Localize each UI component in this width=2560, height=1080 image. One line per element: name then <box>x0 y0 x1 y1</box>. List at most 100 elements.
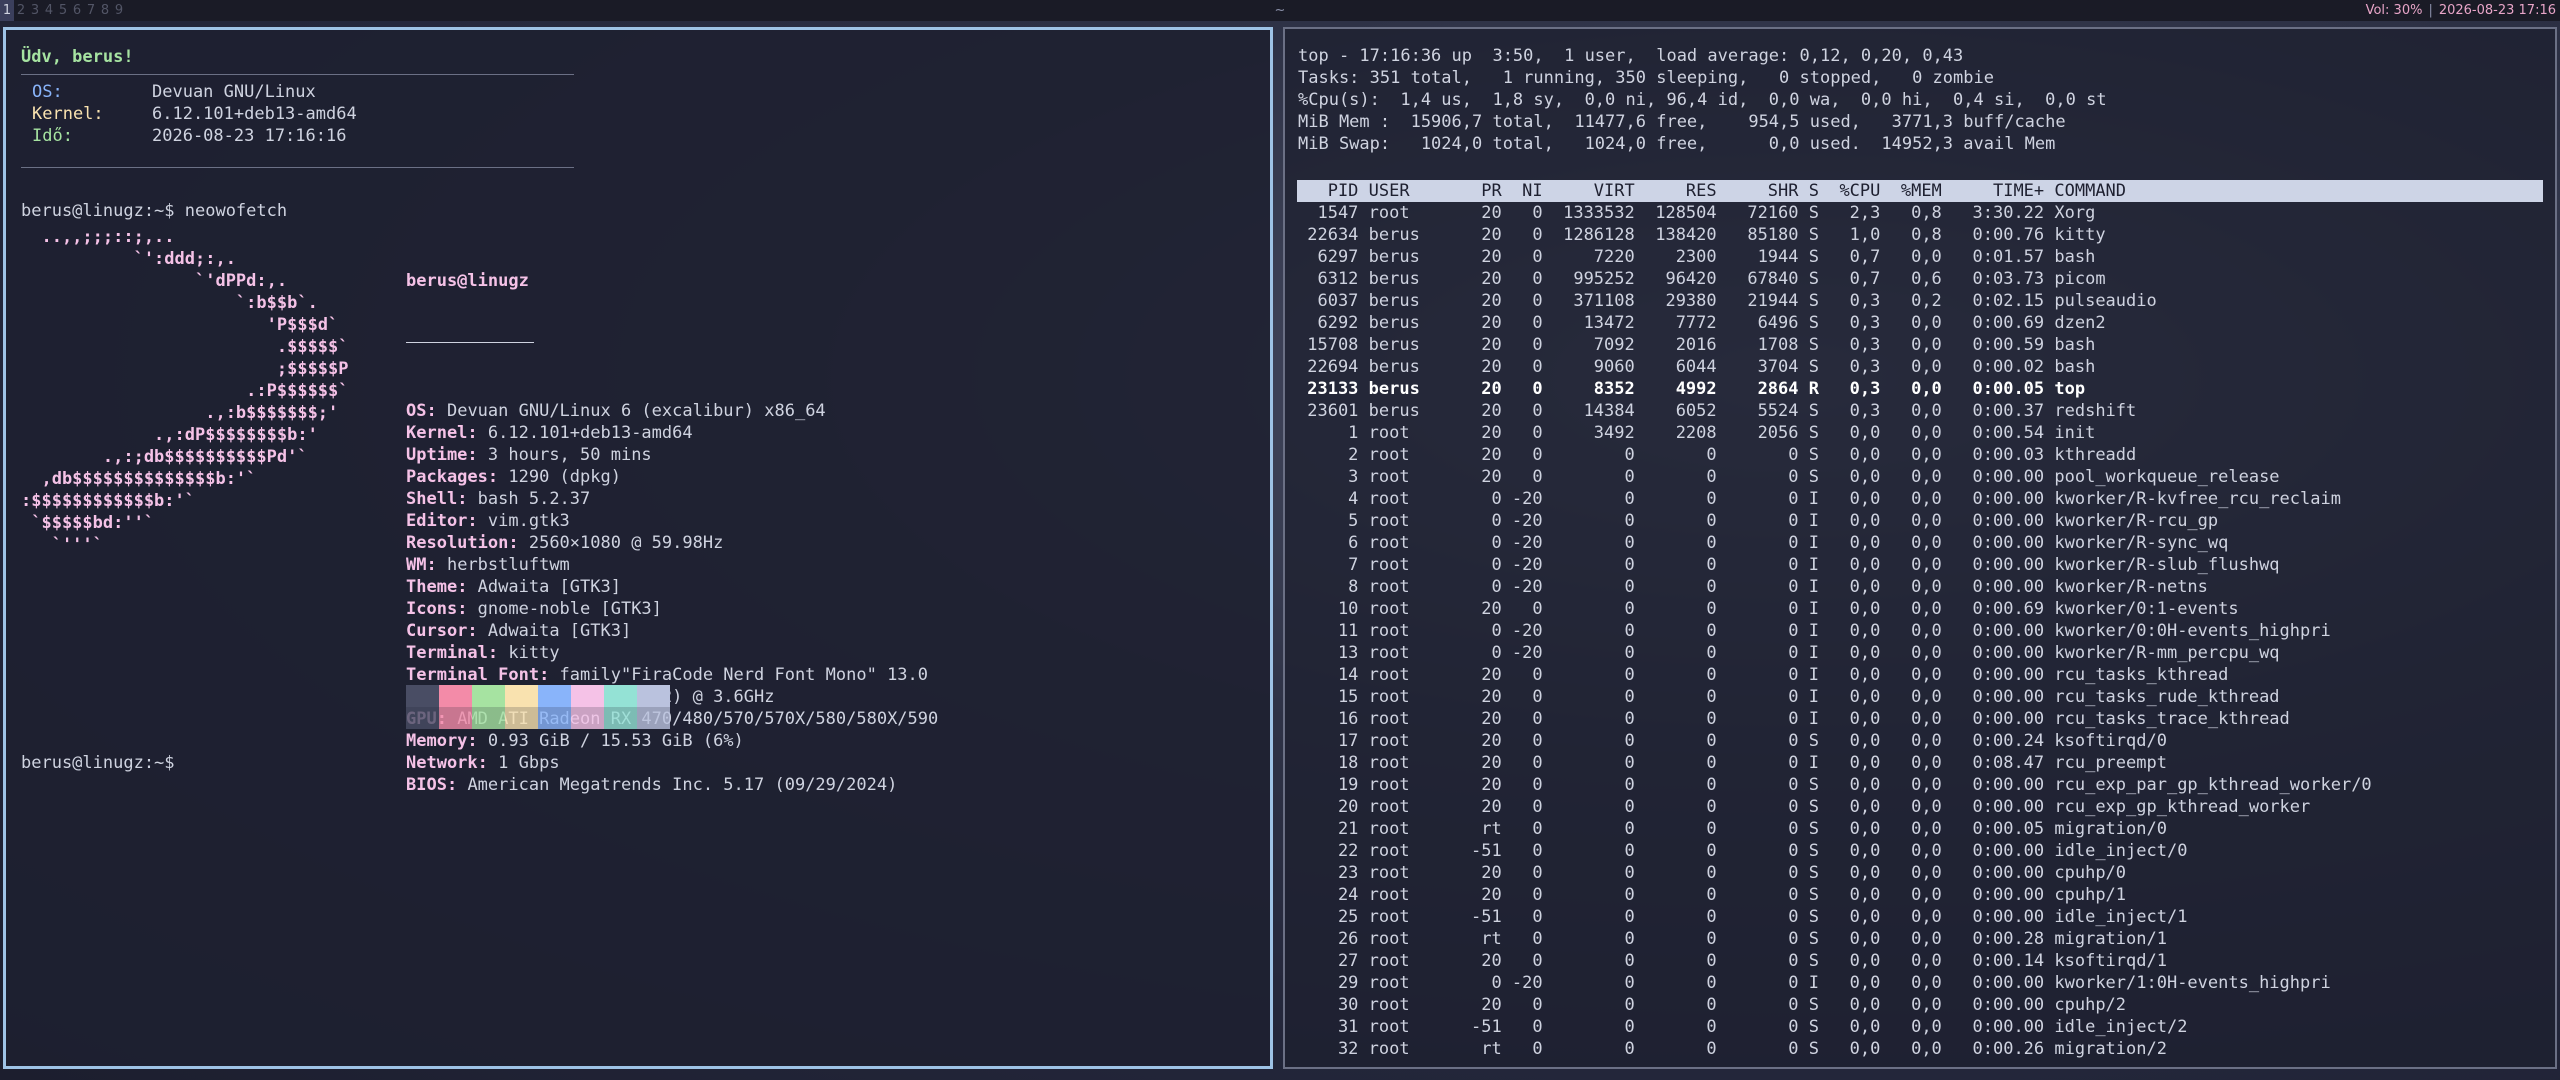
terminal-window-neofetch[interactable]: Üdv, berus! OS: Devuan GNU/Linux Kernel: 6.… <box>3 27 1273 1069</box>
neofetch-field: Icons: gnome-noble [GTK3] <box>406 598 938 620</box>
terminal-window-top[interactable]: top - 17:16:36 up 3:50, 1 user, load ave… <box>1283 27 2557 1069</box>
sysinfo-label: Kernel: <box>32 104 104 124</box>
process-table-header: PID USER PR NI VIRT RES SHR S %CPU %MEM … <box>1297 180 2543 202</box>
workspace-tag-3[interactable]: 3 <box>28 0 42 21</box>
workspace-tag-8[interactable]: 8 <box>98 0 112 21</box>
process-row[interactable]: 19 root 20 0 0 0 0 S 0,0 0,0 0:00.00 rcu… <box>1297 774 2372 796</box>
process-row[interactable]: 1 root 20 0 3492 2208 2056 S 0,0 0,0 0:0… <box>1297 422 2372 444</box>
neofetch-value: 3 hours, 50 mins <box>487 445 652 465</box>
palette-swatch <box>439 685 472 729</box>
process-row[interactable]: 31 root -51 0 0 0 0 S 0,0 0,0 0:00.00 id… <box>1297 1016 2372 1038</box>
process-row[interactable]: 24 root 20 0 0 0 0 S 0,0 0,0 0:00.00 cpu… <box>1297 884 2372 906</box>
process-row[interactable]: 32 root rt 0 0 0 0 S 0,0 0,0 0:00.26 mig… <box>1297 1038 2372 1060</box>
neofetch-value: vim.gtk3 <box>487 511 570 531</box>
palette-swatch <box>538 685 571 729</box>
process-row[interactable]: 11 root 0 -20 0 0 0 I 0,0 0,0 0:00.00 kw… <box>1297 620 2372 642</box>
prompt-line: berus@linugz:~$ neowofetch <box>21 201 288 221</box>
process-row[interactable]: 3 root 20 0 0 0 0 S 0,0 0,0 0:00.00 pool… <box>1297 466 2372 488</box>
process-row[interactable]: 15708 berus 20 0 7092 2016 1708 S 0,3 0,… <box>1297 334 2372 356</box>
workspace-tag-9[interactable]: 9 <box>112 0 126 21</box>
sysinfo-row: Idő: 2026-08-23 17:16:16 <box>32 125 346 147</box>
process-row[interactable]: 23 root 20 0 0 0 0 S 0,0 0,0 0:00.00 cpu… <box>1297 862 2372 884</box>
process-row[interactable]: 2 root 20 0 0 0 0 S 0,0 0,0 0:00.03 kthr… <box>1297 444 2372 466</box>
neofetch-value: kitty <box>508 643 560 663</box>
divider <box>21 167 574 168</box>
process-row[interactable]: 30 root 20 0 0 0 0 S 0,0 0,0 0:00.00 cpu… <box>1297 994 2372 1016</box>
title-underline <box>406 342 534 343</box>
process-row[interactable]: 4 root 0 -20 0 0 0 I 0,0 0,0 0:00.00 kwo… <box>1297 488 2372 510</box>
neofetch-title: berus@linugz <box>406 271 529 291</box>
process-row[interactable]: 15 root 20 0 0 0 0 I 0,0 0,0 0:00.00 rcu… <box>1297 686 2372 708</box>
process-row[interactable]: 6312 berus 20 0 995252 96420 67840 S 0,7… <box>1297 268 2372 290</box>
workspace-tag-7[interactable]: 7 <box>84 0 98 21</box>
process-row[interactable]: 25 root -51 0 0 0 0 S 0,0 0,0 0:00.00 id… <box>1297 906 2372 928</box>
divider <box>21 74 574 75</box>
process-row[interactable]: 6037 berus 20 0 371108 29380 21944 S 0,3… <box>1297 290 2372 312</box>
workspace-tag-1[interactable]: 1 <box>0 0 14 21</box>
bar-status-area: Vol: 30% | 2026-08-23 17:16 <box>2366 0 2556 21</box>
neofetch-colon: : <box>539 665 560 685</box>
neofetch-key: Icons <box>406 599 458 619</box>
process-row[interactable]: 29 root 0 -20 0 0 0 I 0,0 0,0 0:00.00 kw… <box>1297 972 2372 994</box>
process-row[interactable]: 5 root 0 -20 0 0 0 I 0,0 0,0 0:00.00 kwo… <box>1297 510 2372 532</box>
process-row[interactable]: 22694 berus 20 0 9060 6044 3704 S 0,3 0,… <box>1297 356 2372 378</box>
volume-indicator[interactable]: Vol: 30% <box>2366 0 2423 21</box>
distro-ascii-logo: ..,,;;;::;,.. `':ddd;:,. `'dPPd:,. `:b$$… <box>21 227 349 555</box>
workspace-tag-6[interactable]: 6 <box>70 0 84 21</box>
neofetch-value: 6.12.101+deb13-amd64 <box>487 423 693 443</box>
neofetch-field: Shell: bash 5.2.37 <box>406 488 938 510</box>
sysinfo-value: 2026-08-23 17:16:16 <box>152 126 347 146</box>
palette-swatch <box>472 685 505 729</box>
sysinfo-row: Kernel: 6.12.101+deb13-amd64 <box>32 103 357 125</box>
neofetch-value: family"FiraCode Nerd Font Mono" 13.0 <box>559 665 929 685</box>
sysinfo-label: OS: <box>32 82 63 102</box>
process-row[interactable]: 23133 berus 20 0 8352 4992 2864 R 0,3 0,… <box>1297 378 2372 400</box>
prompt-line[interactable]: berus@linugz:~$ <box>21 752 175 774</box>
top-summary: top - 17:16:36 up 3:50, 1 user, load ave… <box>1298 45 2107 155</box>
process-row[interactable]: 13 root 0 -20 0 0 0 I 0,0 0,0 0:00.00 kw… <box>1297 642 2372 664</box>
neofetch-field: BIOS: American Megatrends Inc. 5.17 (09/… <box>406 774 938 796</box>
neofetch-key: Packages <box>406 467 488 487</box>
neofetch-value: Adwaita [GTK3] <box>487 621 632 641</box>
neofetch-value: American Megatrends Inc. 5.17 (09/29/202… <box>467 775 898 795</box>
process-row[interactable]: 17 root 20 0 0 0 0 S 0,0 0,0 0:00.24 kso… <box>1297 730 2372 752</box>
neofetch-key: Resolution <box>406 533 509 553</box>
neofetch-colon: : <box>467 445 488 465</box>
neofetch-key: Shell <box>406 489 458 509</box>
workspace-tag-2[interactable]: 2 <box>14 0 28 21</box>
process-row[interactable]: 1547 root 20 0 1333532 128504 72160 S 2,… <box>1297 202 2372 224</box>
neofetch-colon: : <box>426 401 447 421</box>
neofetch-colon: : <box>426 555 447 575</box>
process-row[interactable]: 6297 berus 20 0 7220 2300 1944 S 0,7 0,0… <box>1297 246 2372 268</box>
process-row[interactable]: 6292 berus 20 0 13472 7772 6496 S 0,3 0,… <box>1297 312 2372 334</box>
process-row[interactable]: 21 root rt 0 0 0 0 S 0,0 0,0 0:00.05 mig… <box>1297 818 2372 840</box>
process-row[interactable]: 18 root 20 0 0 0 0 I 0,0 0,0 0:08.47 rcu… <box>1297 752 2372 774</box>
process-row[interactable]: 27 root 20 0 0 0 0 S 0,0 0,0 0:00.14 kso… <box>1297 950 2372 972</box>
neofetch-key: Cursor <box>406 621 468 641</box>
workspace-tag-4[interactable]: 4 <box>42 0 56 21</box>
neofetch-field: Cursor: Adwaita [GTK3] <box>406 620 938 642</box>
neofetch-value: bash 5.2.37 <box>477 489 591 509</box>
process-row[interactable]: 20 root 20 0 0 0 0 S 0,0 0,0 0:00.00 rcu… <box>1297 796 2372 818</box>
process-row[interactable]: 22634 berus 20 0 1286128 138420 85180 S … <box>1297 224 2372 246</box>
process-row[interactable]: 16 root 20 0 0 0 0 I 0,0 0,0 0:00.00 rcu… <box>1297 708 2372 730</box>
process-row[interactable]: 6 root 0 -20 0 0 0 I 0,0 0,0 0:00.00 kwo… <box>1297 532 2372 554</box>
process-row[interactable]: 7 root 0 -20 0 0 0 I 0,0 0,0 0:00.00 kwo… <box>1297 554 2372 576</box>
neofetch-value: 2560×1080 @ 59.98Hz <box>528 533 724 553</box>
top-summary-line: top - 17:16:36 up 3:50, 1 user, load ave… <box>1298 46 1964 66</box>
neofetch-field: Memory: 0.93 GiB / 15.53 GiB (6%) <box>406 730 938 752</box>
workspace-tag-5[interactable]: 5 <box>56 0 70 21</box>
neofetch-key: Terminal Font <box>406 665 540 685</box>
process-row[interactable]: 14 root 20 0 0 0 0 I 0,0 0,0 0:00.00 rcu… <box>1297 664 2372 686</box>
bar-window-title: ~ <box>1274 3 1286 18</box>
neofetch-value: 1 Gbps <box>498 753 560 773</box>
process-row[interactable]: 26 root rt 0 0 0 0 S 0,0 0,0 0:00.28 mig… <box>1297 928 2372 950</box>
process-row[interactable]: 23601 berus 20 0 14384 6052 5524 S 0,3 0… <box>1297 400 2372 422</box>
process-row[interactable]: 10 root 20 0 0 0 0 I 0,0 0,0 0:00.69 kwo… <box>1297 598 2372 620</box>
process-row[interactable]: 22 root -51 0 0 0 0 S 0,0 0,0 0:00.00 id… <box>1297 840 2372 862</box>
bar-separator: | <box>2428 3 2433 18</box>
process-row[interactable]: 8 root 0 -20 0 0 0 I 0,0 0,0 0:00.00 kwo… <box>1297 576 2372 598</box>
neofetch-colon: : <box>457 577 478 597</box>
sysinfo-value: 6.12.101+deb13-amd64 <box>152 104 357 124</box>
neofetch-field: Uptime: 3 hours, 50 mins <box>406 444 938 466</box>
